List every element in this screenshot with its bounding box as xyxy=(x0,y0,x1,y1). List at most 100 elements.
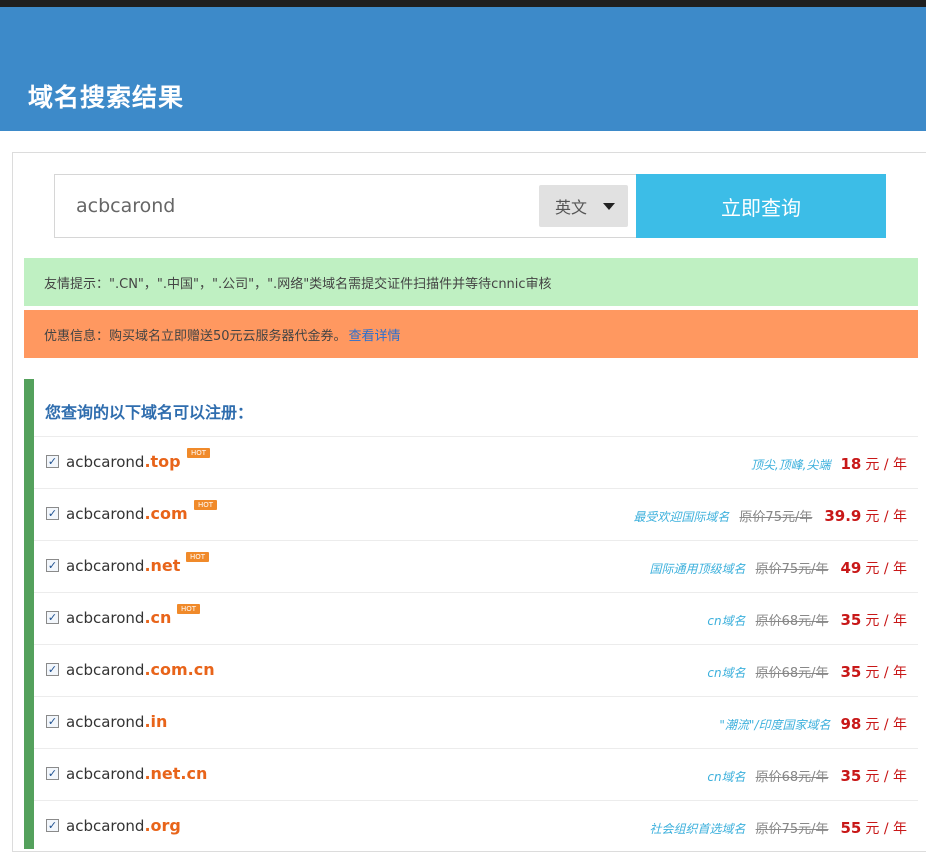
domain-pricing: cn域名 原价68元/年 35 元 / 年 xyxy=(707,610,907,630)
domain-tld: .in xyxy=(144,712,168,731)
domain-price: 55 xyxy=(840,819,862,837)
domain-base: acbcarond xyxy=(66,557,145,575)
domain-tld: .com.cn xyxy=(144,660,215,679)
domain-pricing: 社会组织首选域名 原价75元/年 55 元 / 年 xyxy=(650,818,907,838)
check-icon: ✓ xyxy=(47,507,58,520)
promo-notice-text: 优惠信息：购买域名立即赠送50元云服务器代金券。 xyxy=(44,328,347,344)
domain-description: "潮流"/印度国家域名 xyxy=(719,718,831,732)
domain-row: ✓ acbcarond.org 社会组织首选域名 原价75元/年 55 元 / 年 xyxy=(34,800,918,852)
domain-base: acbcarond xyxy=(66,505,145,523)
domain-tld: .net.cn xyxy=(144,764,208,783)
check-icon: ✓ xyxy=(47,559,58,572)
domain-checkbox[interactable]: ✓ xyxy=(46,819,59,832)
language-select[interactable]: 英文 xyxy=(539,185,628,227)
domain-pricing: 国际通用顶级域名 原价75元/年 49 元 / 年 xyxy=(650,558,907,578)
domain-checkbox[interactable]: ✓ xyxy=(46,507,59,520)
check-icon: ✓ xyxy=(47,767,58,780)
check-icon: ✓ xyxy=(47,611,58,624)
domain-tld: .com xyxy=(144,504,188,523)
check-icon: ✓ xyxy=(47,819,58,832)
domain-price: 49 xyxy=(840,559,862,577)
domain-name: acbcarond.com xyxy=(66,504,188,523)
domain-description: 社会组织首选域名 xyxy=(649,822,746,836)
price-unit: 元 / 年 xyxy=(865,457,907,473)
search-button[interactable]: 立即查询 xyxy=(636,174,886,238)
top-bar xyxy=(0,0,926,7)
domain-pricing: cn域名 原价68元/年 35 元 / 年 xyxy=(707,766,907,786)
domain-name: acbcarond.in xyxy=(66,712,167,731)
domain-checkbox[interactable]: ✓ xyxy=(46,715,59,728)
original-price: 原价68元/年 xyxy=(755,614,829,629)
domain-price: 35 xyxy=(840,611,862,629)
domain-price: 39.9 xyxy=(824,507,862,525)
domain-description: 国际通用顶级域名 xyxy=(649,562,746,576)
domain-tld: .org xyxy=(144,816,181,835)
original-price: 原价75元/年 xyxy=(755,822,829,837)
check-icon: ✓ xyxy=(47,663,58,676)
language-select-value: 英文 xyxy=(555,198,588,217)
check-icon: ✓ xyxy=(47,455,58,468)
domain-price: 98 xyxy=(840,715,862,733)
search-bar: 英文 立即查询 xyxy=(54,174,886,238)
domain-base: acbcarond xyxy=(66,765,145,783)
domain-tld: .net xyxy=(144,556,181,575)
domain-row: ✓ acbcarond.com.cn cn域名 原价68元/年 35 元 / 年 xyxy=(34,644,918,696)
promo-notice: 优惠信息：购买域名立即赠送50元云服务器代金券。 查看详情 xyxy=(24,310,918,358)
domain-name: acbcarond.org xyxy=(66,816,181,835)
domain-row: ✓ acbcarond.net HOT 国际通用顶级域名 原价75元/年 49 元 / 年 xyxy=(34,540,918,592)
page-header: 域名搜索结果 xyxy=(0,7,926,131)
price-unit: 元 / 年 xyxy=(865,821,907,837)
domain-price: 35 xyxy=(840,663,862,681)
domain-tld: .top xyxy=(144,452,181,471)
domain-pricing: 最受欢迎国际域名 原价75元/年 39.9 元 / 年 xyxy=(633,506,907,526)
domain-base: acbcarond xyxy=(66,713,145,731)
domain-name: acbcarond.net xyxy=(66,556,180,575)
domain-row: ✓ acbcarond.com HOT 最受欢迎国际域名 原价75元/年 39.9 元 / … xyxy=(34,488,918,540)
domain-name: acbcarond.com.cn xyxy=(66,660,215,679)
available-domains-section: 您查询的以下域名可以注册： ✓ acbcarond.top HOT 顶尖,顶峰,尖端 1… xyxy=(24,379,918,849)
original-price: 原价68元/年 xyxy=(755,666,829,681)
hot-badge: HOT xyxy=(187,448,211,458)
domain-base: acbcarond xyxy=(66,609,145,627)
results-title: 您查询的以下域名可以注册： xyxy=(45,403,254,422)
domain-price: 35 xyxy=(840,767,862,785)
domain-checkbox[interactable]: ✓ xyxy=(46,767,59,780)
domain-row: ✓ acbcarond.net.cn cn域名 原价68元/年 35 元 / 年 xyxy=(34,748,918,800)
tip-notice-text: 友情提示：".CN"，".中国"，".公司"，".网络"类域名需提交证件扫描件并… xyxy=(44,276,552,292)
domain-row: ✓ acbcarond.cn HOT cn域名 原价68元/年 35 元 / 年 xyxy=(34,592,918,644)
domain-description: 最受欢迎国际域名 xyxy=(633,510,730,524)
chevron-down-icon xyxy=(603,203,615,210)
domain-description: cn域名 xyxy=(707,614,746,628)
original-price: 原价75元/年 xyxy=(739,510,813,525)
domain-description: 顶尖,顶峰,尖端 xyxy=(750,458,831,472)
domain-price: 18 xyxy=(840,455,862,473)
domain-base: acbcarond xyxy=(66,661,145,679)
domain-checkbox[interactable]: ✓ xyxy=(46,455,59,468)
domain-checkbox[interactable]: ✓ xyxy=(46,559,59,572)
domain-base: acbcarond xyxy=(66,453,145,471)
domain-pricing: 顶尖,顶峰,尖端 18 元 / 年 xyxy=(751,454,907,474)
hot-badge: HOT xyxy=(177,604,201,614)
page-title: 域名搜索结果 xyxy=(28,83,185,112)
tip-notice: 友情提示：".CN"，".中国"，".公司"，".网络"类域名需提交证件扫描件并… xyxy=(24,258,918,306)
domain-base: acbcarond xyxy=(66,817,145,835)
hot-badge: HOT xyxy=(186,552,210,562)
original-price: 原价68元/年 xyxy=(755,770,829,785)
price-unit: 元 / 年 xyxy=(865,613,907,629)
price-unit: 元 / 年 xyxy=(865,769,907,785)
domain-tld: .cn xyxy=(144,608,172,627)
domain-name: acbcarond.top xyxy=(66,452,181,471)
domain-checkbox[interactable]: ✓ xyxy=(46,663,59,676)
domain-name: acbcarond.net.cn xyxy=(66,764,207,783)
domain-row: ✓ acbcarond.in "潮流"/印度国家域名 98 元 / 年 xyxy=(34,696,918,748)
check-icon: ✓ xyxy=(47,715,58,728)
domain-description: cn域名 xyxy=(707,666,746,680)
domain-checkbox[interactable]: ✓ xyxy=(46,611,59,624)
price-unit: 元 / 年 xyxy=(865,665,907,681)
price-unit: 元 / 年 xyxy=(865,561,907,577)
domain-row: ✓ acbcarond.top HOT 顶尖,顶峰,尖端 18 元 / 年 xyxy=(34,436,918,488)
domain-pricing: cn域名 原价68元/年 35 元 / 年 xyxy=(707,662,907,682)
original-price: 原价75元/年 xyxy=(755,562,829,577)
promo-details-link[interactable]: 查看详情 xyxy=(349,325,401,344)
hot-badge: HOT xyxy=(194,500,218,510)
